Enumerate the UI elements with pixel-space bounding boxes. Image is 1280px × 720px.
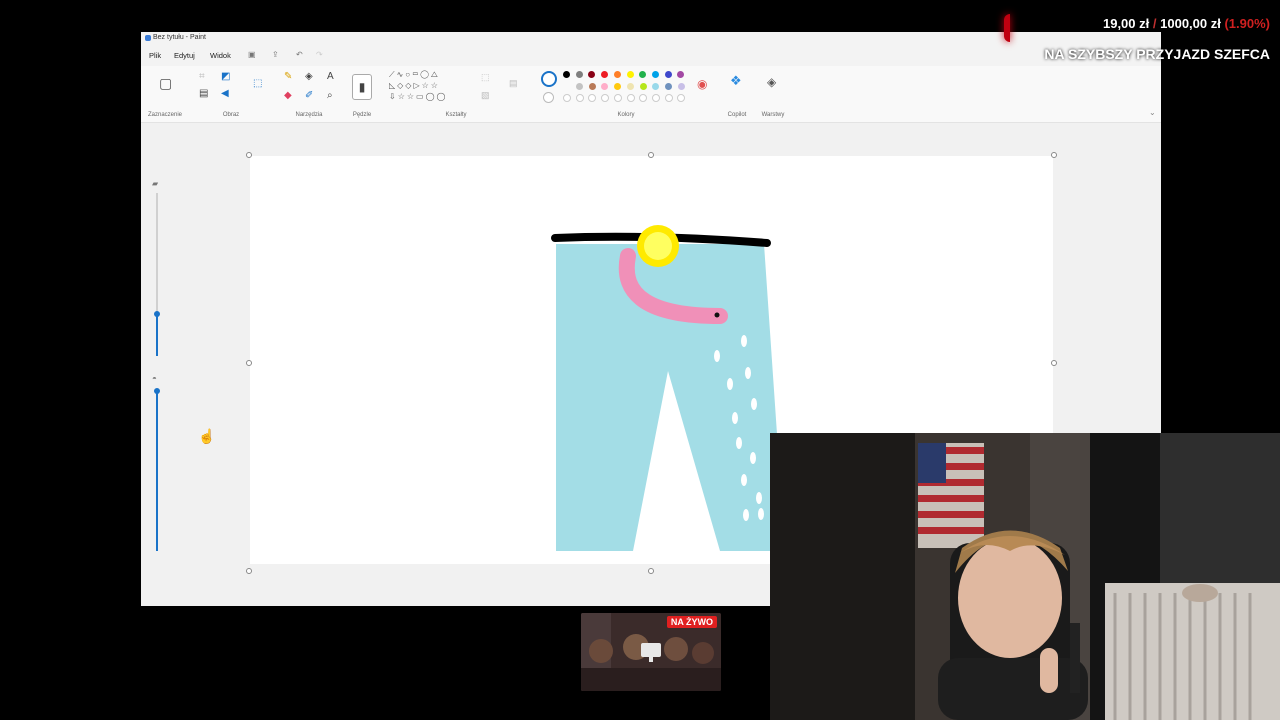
undo-icon[interactable]: ↶	[296, 50, 303, 59]
color-swatch[interactable]	[588, 71, 596, 78]
color-swatch[interactable]	[613, 71, 621, 78]
group-label-image: Obraz	[222, 112, 240, 118]
empty-color-slot[interactable]	[664, 94, 673, 102]
live-badge: NA ŻYWO	[666, 616, 717, 628]
empty-color-slot[interactable]	[651, 94, 660, 102]
empty-color-slot[interactable]	[639, 94, 648, 102]
empty-color-slot[interactable]	[626, 94, 635, 102]
resize-icon[interactable]: ◩	[221, 72, 230, 82]
shape-options-icon[interactable]: ▤	[509, 78, 518, 88]
shapes-row-3[interactable]: ⇩☆☆▭◯◯	[389, 92, 448, 102]
crop-icon[interactable]: ⌗	[199, 72, 205, 82]
group-label-shapes: Kształty	[445, 112, 467, 118]
donation-goal: 1000,00 zł	[1160, 16, 1221, 31]
resize-handle-bl[interactable]	[246, 568, 252, 574]
save-icon[interactable]: ▣	[248, 50, 256, 59]
edit-colors-icon[interactable]: ◉	[697, 78, 707, 90]
brush-size-slider[interactable]	[154, 193, 160, 356]
live-preview-thumbnail[interactable]: NA ŻYWO	[581, 613, 721, 691]
donation-amounts: 19,00 zł / 1000,00 zł (1.90%)	[1103, 16, 1270, 31]
color-swatch[interactable]	[601, 83, 609, 90]
empty-color-slot[interactable]	[588, 94, 597, 102]
fill-style-icon[interactable]: ▧	[481, 90, 490, 100]
group-label-selection: Zaznaczenie	[147, 112, 183, 118]
menu-edit[interactable]: Edytuj	[174, 51, 195, 60]
donation-progress-fill	[1004, 14, 1010, 42]
goal-title: NA SZYBSZY PRZYJAZD SZEFCA	[1044, 46, 1270, 62]
color-swatch[interactable]	[652, 83, 660, 90]
color-swatch[interactable]	[651, 71, 659, 78]
empty-color-slot[interactable]	[563, 94, 571, 102]
share-icon[interactable]: ⇪	[272, 50, 279, 59]
color-swatch[interactable]	[626, 71, 634, 78]
primary-color[interactable]	[541, 71, 557, 87]
color-swatch[interactable]	[575, 71, 583, 78]
shapes-row-2[interactable]: ◺◇◇▷☆☆	[389, 81, 440, 91]
menubar: Plik Edytuj Widok ▣ ⇪ ↶ ↷	[141, 47, 1161, 61]
menu-file[interactable]: Plik	[149, 51, 161, 60]
color-swatch[interactable]	[677, 83, 685, 90]
ribbon: ▢ Zaznaczenie ⌗ ◩ ▤ ◀ ⬚ Obraz ✎ ◈ A ◆ ✐ …	[141, 66, 1161, 123]
opacity-icon: ◓	[152, 374, 157, 383]
rotate-icon[interactable]: ◀	[221, 89, 229, 99]
color-swatch[interactable]	[588, 83, 596, 90]
magnifier-icon[interactable]: ⌕	[327, 91, 333, 101]
outline-icon[interactable]: ⬚	[481, 72, 490, 82]
empty-color-slot[interactable]	[575, 94, 584, 102]
empty-color-slot[interactable]	[613, 94, 622, 102]
color-picker-icon[interactable]: ✐	[305, 91, 313, 101]
color-swatch[interactable]	[614, 83, 622, 90]
resize-handle-mr[interactable]	[1051, 360, 1057, 366]
menu-view[interactable]: Widok	[210, 51, 231, 60]
image-select-icon[interactable]: ⬚	[253, 79, 262, 89]
eraser-icon[interactable]: ◆	[284, 91, 292, 101]
donation-percent: (1.90%)	[1224, 16, 1270, 31]
empty-color-slot[interactable]	[677, 94, 686, 102]
color-swatch[interactable]	[626, 83, 634, 90]
color-swatch[interactable]	[664, 83, 672, 90]
resize-handle-ml[interactable]	[246, 360, 252, 366]
pants-drawing	[556, 244, 785, 551]
paint-app-icon	[145, 35, 151, 41]
color-swatch[interactable]	[563, 71, 570, 78]
color-swatch[interactable]	[639, 71, 647, 78]
webcam-feed	[770, 433, 1280, 720]
brush-icon[interactable]: ▮	[352, 74, 372, 100]
webcam-image	[770, 433, 1280, 720]
copilot-icon[interactable]: ❖	[730, 74, 742, 87]
opacity-slider[interactable]	[154, 388, 160, 551]
empty-color-slot[interactable]	[601, 94, 610, 102]
black-dot	[714, 312, 720, 318]
resize-handle-tc[interactable]	[648, 152, 654, 158]
resize-handle-tr[interactable]	[1051, 152, 1057, 158]
layers-icon[interactable]: ◈	[767, 76, 776, 88]
resize-handle-bc[interactable]	[648, 568, 654, 574]
color-swatch[interactable]	[677, 71, 685, 78]
shapes-row-1[interactable]: ⟋∿○▭◯△	[389, 70, 440, 80]
color-swatch[interactable]	[639, 83, 647, 90]
group-label-brushes: Pędzle	[352, 112, 372, 118]
redo-icon[interactable]: ↷	[316, 50, 323, 59]
rectangle-select-icon[interactable]: ▢	[159, 76, 172, 90]
pencil-icon[interactable]: ✎	[284, 72, 292, 82]
color-swatch[interactable]	[664, 71, 672, 78]
donation-separator: /	[1152, 16, 1157, 31]
image-icon[interactable]: ▤	[199, 89, 208, 99]
group-label-colors: Kolory	[617, 112, 635, 118]
secondary-color[interactable]	[543, 92, 554, 103]
group-label-layers: Warstwy	[761, 112, 785, 118]
ribbon-collapse-icon[interactable]: ⌄	[1149, 108, 1156, 118]
window-title: Bez tytułu - Paint	[153, 34, 206, 41]
color-swatch[interactable]	[576, 83, 583, 90]
text-icon[interactable]: A	[327, 72, 334, 82]
resize-handle-tl[interactable]	[246, 152, 252, 158]
group-label-tools: Narzędzia	[295, 112, 323, 118]
hand-cursor-icon: ☝	[198, 428, 216, 444]
group-label-copilot: Copilot	[727, 112, 747, 118]
color-swatch[interactable]	[601, 71, 609, 78]
donation-current: 19,00 zł	[1102, 16, 1150, 31]
brush-size-icon: ▰	[152, 179, 159, 188]
fill-bucket-icon[interactable]: ◈	[305, 72, 313, 82]
buckle-inner	[644, 232, 672, 260]
